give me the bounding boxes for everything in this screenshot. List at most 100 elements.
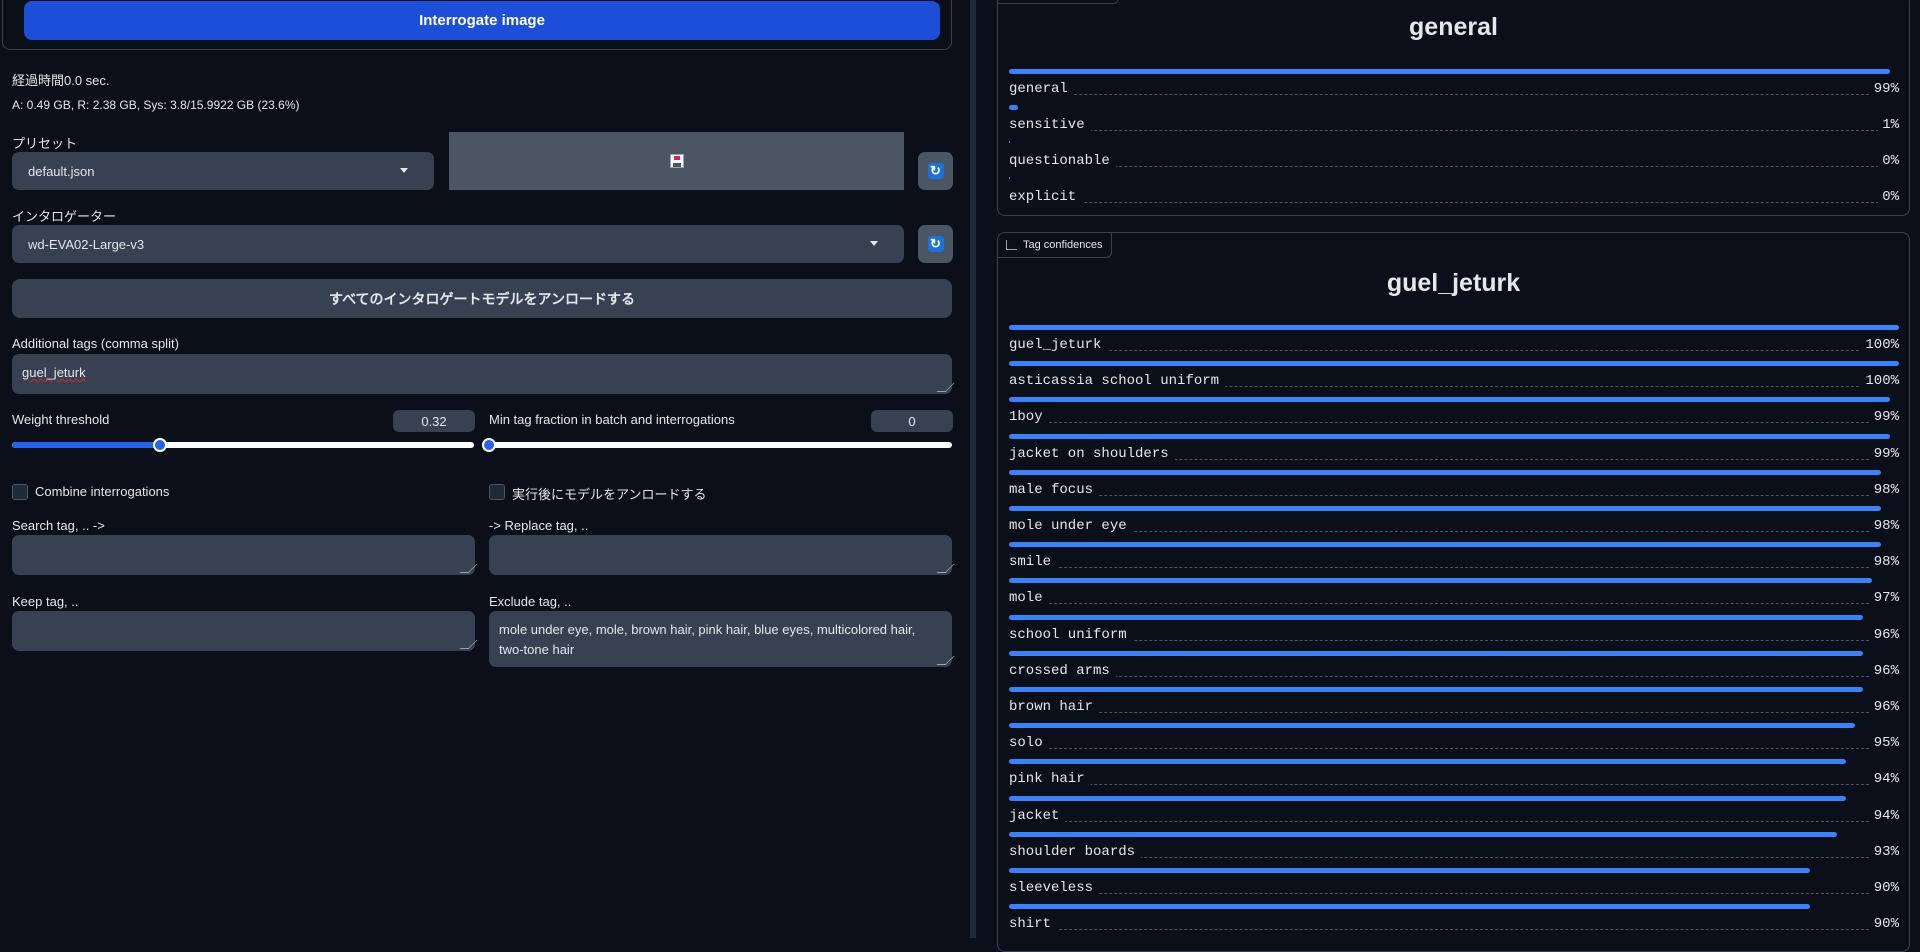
min-tag-fraction-thumb[interactable]: [482, 438, 496, 452]
resize-handle-icon[interactable]: [936, 383, 955, 392]
tag-confidences-tab-label: Tag confidences: [1023, 239, 1103, 251]
exclude-tag-input[interactable]: mole under eye, mole, brown hair, pink h…: [489, 611, 955, 667]
tag-leader-line: [1009, 350, 1899, 351]
tag-percentage: 90%: [1869, 916, 1899, 933]
rating-confidence-bar: [1009, 141, 1010, 143]
tag-confidence-bar: [1009, 795, 1846, 801]
tag-label: school uniform: [1009, 626, 1133, 643]
tag-row: crossed arms 96%: [1009, 650, 1899, 687]
tag-leader-line: [1009, 675, 1899, 677]
tag-confidence-bar: [1009, 397, 1890, 403]
tag-row: jacket on shoulders 99%: [1009, 433, 1899, 470]
tag-confidence-bar: [1009, 578, 1872, 584]
tag-row: asticassia school uniform 100%: [1009, 361, 1899, 397]
preset-label: プリセット: [12, 136, 78, 151]
tag-percentage: 96%: [1869, 626, 1899, 643]
rating-leader-line: [1009, 94, 1899, 95]
tag-label: crossed arms: [1009, 662, 1116, 679]
tag-leader-line: [1009, 784, 1899, 786]
tag-row: pink hair 94%: [1009, 759, 1899, 795]
rating-label: explicit: [1009, 189, 1083, 205]
search-tag-input[interactable]: [12, 535, 478, 575]
rating-confidence-bar: [1009, 69, 1890, 74]
rating-confidence-bar: [1009, 177, 1010, 179]
floppy-disk-icon: [669, 154, 684, 168]
tag-leader-line: [1009, 748, 1899, 750]
exclude-tag-value: mole under eye, mole, brown hair, pink h…: [499, 622, 916, 657]
min-tag-fraction-number[interactable]: 0: [871, 410, 953, 432]
tag-label: shirt: [1009, 916, 1058, 933]
weight-threshold-number[interactable]: 0.32: [393, 410, 475, 432]
save-preset-button[interactable]: [449, 132, 904, 190]
tag-label: smile: [1009, 554, 1058, 571]
tag-percentage: 94%: [1869, 771, 1899, 788]
tag-label: shoulder boards: [1009, 843, 1142, 860]
rating-row: general 99%: [1009, 69, 1899, 105]
rating-label: questionable: [1009, 153, 1116, 169]
rating-leader-line: [1009, 130, 1899, 131]
resize-handle-icon[interactable]: [936, 656, 955, 665]
tag-row: mole under eye 98%: [1009, 506, 1899, 542]
tag-row: brown hair 96%: [1009, 687, 1899, 723]
resize-handle-icon[interactable]: [459, 564, 478, 573]
rating-confidence-bar: [1009, 105, 1018, 110]
tag-row: jacket 94%: [1009, 795, 1899, 832]
tag-label: asticassia school uniform: [1009, 373, 1226, 390]
interrogator-select[interactable]: wd-EVA02-Large-v3: [12, 225, 904, 263]
weight-threshold-thumb[interactable]: [153, 438, 167, 452]
tag-row: male focus 98%: [1009, 469, 1899, 506]
tag-percentage: 96%: [1869, 699, 1899, 715]
rating-percentage: 99%: [1869, 81, 1899, 97]
tag-label: jacket: [1009, 807, 1066, 824]
refresh-preset-button[interactable]: ↻: [918, 152, 953, 190]
tag-label: jacket on shoulders: [1009, 445, 1175, 462]
resize-handle-icon[interactable]: [936, 564, 955, 573]
tag-confidence-bar: [1009, 904, 1810, 910]
tag-row: mole 97%: [1009, 578, 1899, 614]
rating-leader-line: [1009, 166, 1899, 167]
tag-percentage: 95%: [1869, 735, 1899, 752]
rating-percentage: 0%: [1878, 189, 1899, 205]
rating-percentage: 0%: [1878, 153, 1899, 169]
weight-threshold-label: Weight threshold: [12, 412, 110, 427]
search-tag-label: Search tag, .. ->: [12, 518, 105, 533]
chevron-down-icon: [400, 168, 408, 173]
min-tag-fraction-slider[interactable]: [489, 442, 952, 448]
replace-tag-input[interactable]: [489, 535, 955, 575]
tag-confidence-bar: [1009, 469, 1881, 475]
tag-leader-line: [1009, 603, 1899, 605]
rating-label: sensitive: [1009, 117, 1091, 133]
refresh-interrogator-button[interactable]: ↻: [918, 225, 953, 263]
combine-interrogations-label: Combine interrogations: [35, 484, 170, 499]
unload-all-models-button[interactable]: すべてのインタロゲートモデルをアンロードする: [12, 279, 952, 318]
additional-tags-label: Additional tags (comma split): [12, 336, 179, 351]
interrogator-value: wd-EVA02-Large-v3: [28, 236, 145, 252]
unload-after-checkbox[interactable]: [489, 484, 505, 500]
resize-handle-icon[interactable]: [459, 640, 478, 649]
tag-row: school uniform 96%: [1009, 614, 1899, 651]
keep-tag-input[interactable]: [12, 611, 478, 651]
tag-label: 1boy: [1009, 409, 1049, 426]
tag-label: pink hair: [1009, 771, 1091, 788]
replace-tag-label: -> Replace tag, ..: [489, 518, 589, 533]
combine-interrogations-checkbox[interactable]: [12, 484, 28, 500]
rating-label: general: [1009, 81, 1074, 97]
interrogate-button[interactable]: Interrogate image: [24, 1, 940, 40]
tag-label: male focus: [1009, 481, 1100, 498]
tag-confidence-bar: [1009, 433, 1890, 439]
additional-tags-input[interactable]: guel_jeturk: [12, 354, 955, 394]
panel-divider[interactable]: [970, 0, 976, 938]
elapsed-time: 経過時間0.0 sec.: [12, 73, 110, 88]
tag-confidence-bar: [1009, 831, 1837, 837]
tag-percentage: 100%: [1861, 373, 1899, 390]
rating-row: questionable 0%: [1009, 141, 1899, 177]
tag-percentage: 98%: [1869, 554, 1899, 571]
exclude-tag-label: Exclude tag, ..: [489, 594, 572, 609]
tag-confidence-bar: [1009, 506, 1881, 511]
tag-row: guel_jeturk 100%: [1009, 325, 1899, 361]
tag-leader-line: [1009, 531, 1899, 532]
tag-confidence-bar: [1009, 723, 1855, 729]
tag-leader-line: [1009, 893, 1899, 894]
tag-leader-line: [1009, 856, 1899, 858]
preset-select[interactable]: default.json: [12, 152, 434, 190]
